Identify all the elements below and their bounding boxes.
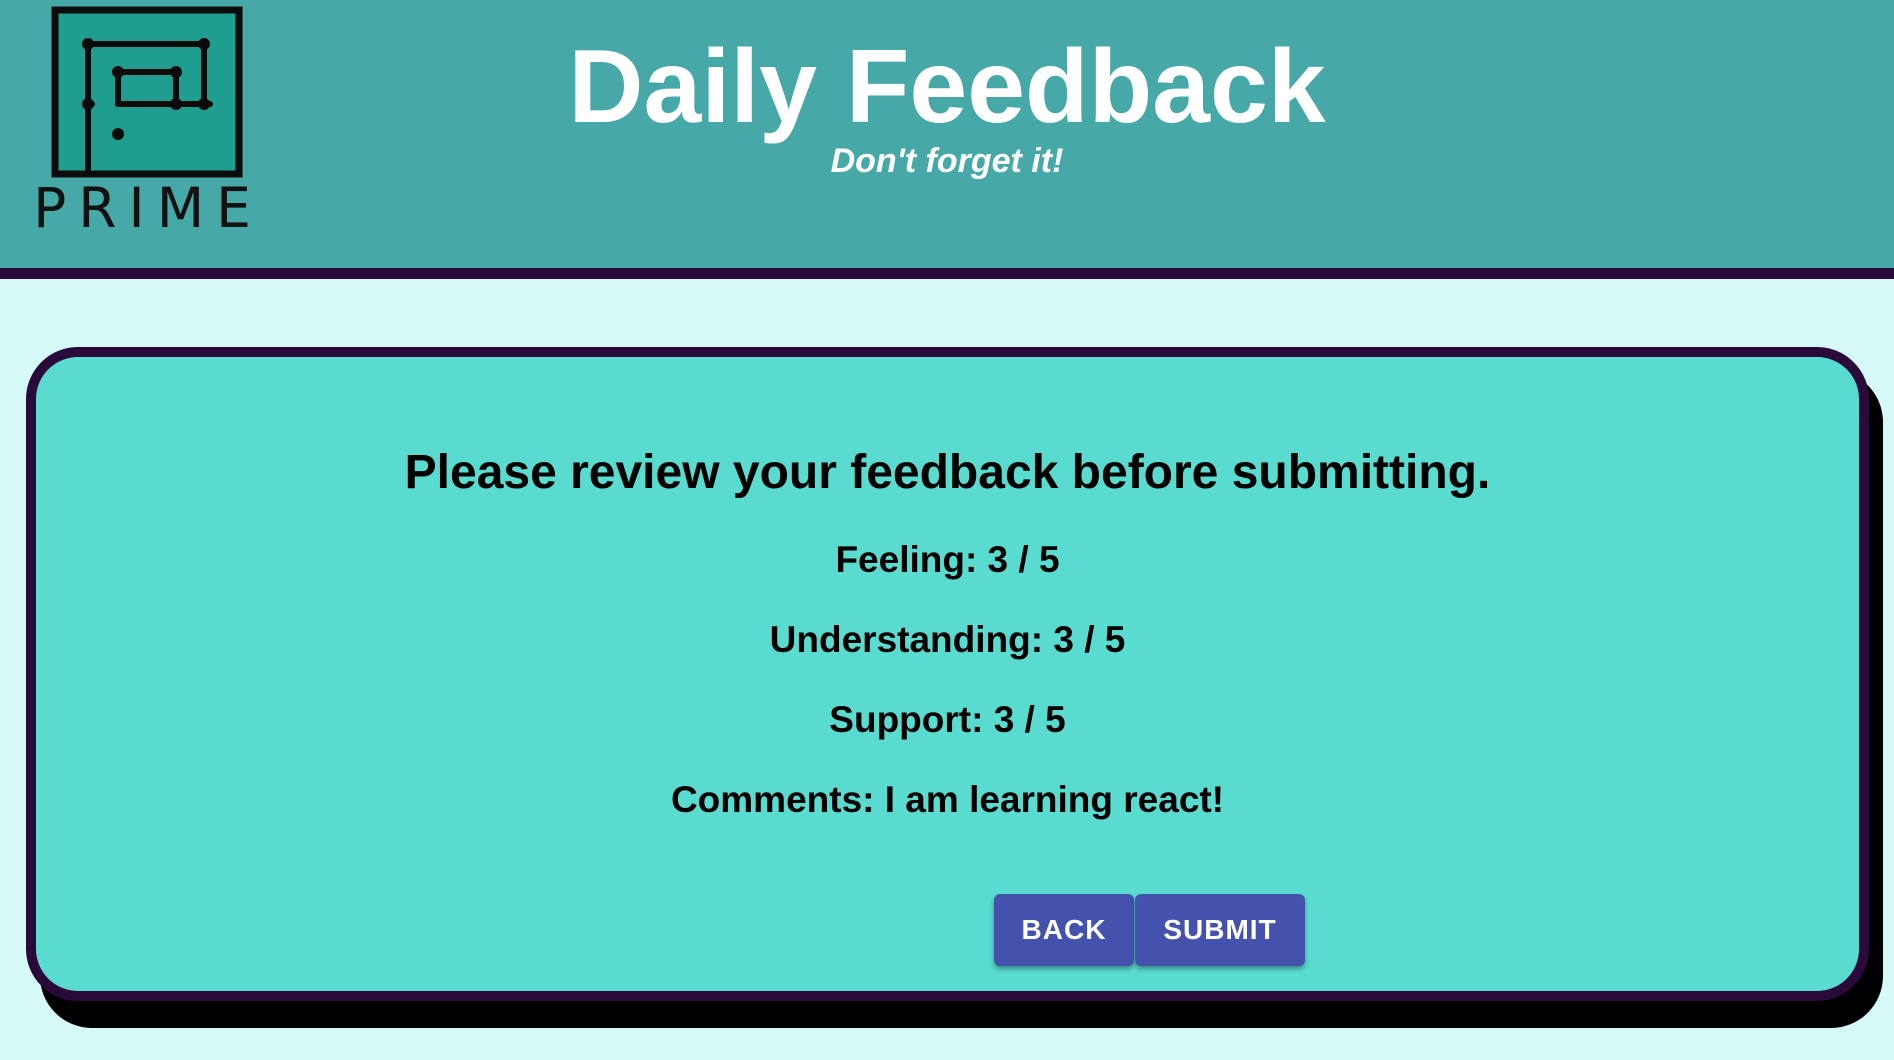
logo-text: PRIME <box>33 176 263 240</box>
support-value: Support: 3 / 5 <box>829 699 1066 740</box>
app-header: PRIME Daily Feedback Don't forget it! <box>0 0 1894 279</box>
submit-button[interactable]: SUBMIT <box>1135 894 1305 966</box>
review-card: Please review your feedback before submi… <box>26 347 1869 1001</box>
review-heading: Please review your feedback before submi… <box>404 446 1491 499</box>
understanding-value: Understanding: 3 / 5 <box>769 619 1126 660</box>
back-button[interactable]: BACK <box>994 894 1134 966</box>
comments-value: Comments: I am learning react! <box>670 779 1225 820</box>
feeling-value: Feeling: 3 / 5 <box>835 539 1060 580</box>
page-title: Daily Feedback <box>568 29 1326 145</box>
page-subtitle: Don't forget it! <box>830 142 1064 180</box>
